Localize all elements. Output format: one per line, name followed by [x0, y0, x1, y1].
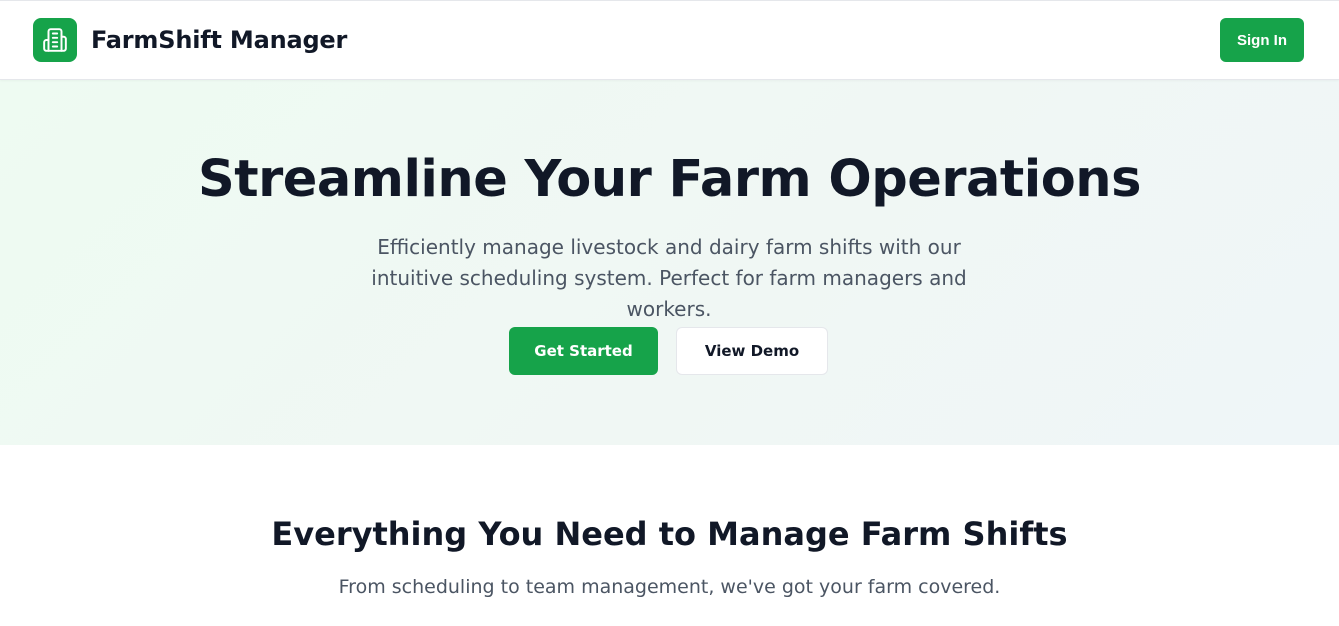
get-started-button[interactable]: Get Started: [509, 327, 658, 375]
top-navbar: FarmShift Manager Sign In: [0, 0, 1339, 80]
features-subtitle: From scheduling to team management, we'v…: [338, 576, 1001, 598]
hero-subtitle: Efficiently manage livestock and dairy f…: [371, 235, 967, 321]
sign-in-button[interactable]: Sign In: [1220, 18, 1304, 62]
hero-section: Streamline Your Farm Operations Efficien…: [0, 80, 1339, 445]
brand-name[interactable]: FarmShift Manager: [91, 26, 347, 54]
app-logo[interactable]: [33, 18, 77, 62]
view-demo-button[interactable]: View Demo: [676, 327, 828, 375]
hero-title: Streamline Your Farm Operations: [198, 150, 1141, 209]
features-title: Everything You Need to Manage Farm Shift…: [271, 515, 1068, 553]
building-icon: [43, 28, 67, 52]
